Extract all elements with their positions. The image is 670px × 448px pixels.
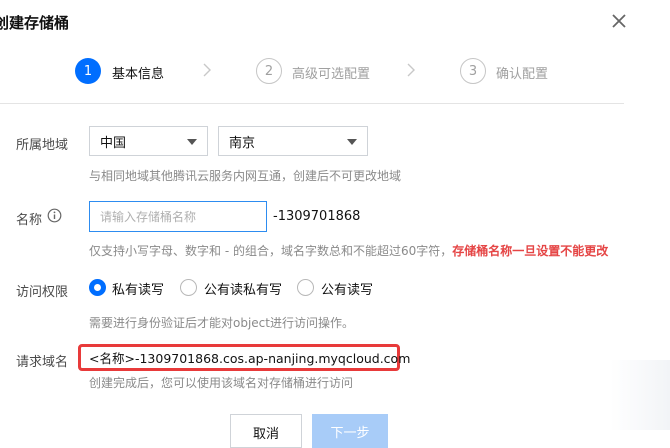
access-hint: 需要进行身份验证后才能对object进行访问操作。 (89, 316, 354, 330)
step-3-indicator: 3 (460, 58, 486, 84)
country-select-value: 中国 (100, 135, 127, 151)
info-icon[interactable] (47, 208, 62, 223)
bucket-name-input[interactable]: 请输入存储桶名称 (89, 201, 267, 232)
radio-public-rw-label[interactable]: 公有读写 (321, 279, 373, 298)
region-hint: 与相同地域其他腾讯云服务内网互通，创建后不可更改地域 (89, 169, 402, 183)
step-2-label: 高级可选配置 (292, 67, 371, 82)
next-step-button[interactable]: 下一步 (312, 414, 388, 448)
step-2-indicator: 2 (256, 58, 282, 84)
dialog-title: 创建存储桶 (0, 14, 70, 32)
name-label: 名称 (16, 213, 43, 228)
region-label: 所属地域 (16, 138, 69, 153)
domain-hint: 创建完成后，您可以使用该域名对存储桶进行访问 (89, 376, 354, 390)
header-divider (0, 103, 624, 104)
city-select-value: 南京 (229, 135, 256, 151)
name-rules-text: 仅支持小写字母、数字和 - 的组合，域名字数总和不能超过60字符， (89, 244, 453, 258)
radio-private-rw-label[interactable]: 私有读写 (112, 279, 164, 298)
cancel-button[interactable]: 取消 (230, 414, 302, 448)
radio-public-r-private-w[interactable] (180, 279, 197, 296)
chevron-right-icon (407, 63, 415, 77)
step-3-label: 确认配置 (496, 67, 549, 82)
radio-public-rw[interactable] (297, 279, 314, 296)
radio-public-r-private-w-label[interactable]: 公有读私有写 (204, 279, 282, 298)
close-button[interactable] (608, 10, 630, 32)
request-domain-value: <名称>-1309701868.cos.ap-nanjing.myqcloud.… (78, 344, 410, 371)
close-icon (612, 14, 626, 28)
backdrop-edge (610, 360, 670, 430)
appid-suffix: -1309701868 (273, 209, 361, 224)
radio-private-rw[interactable] (89, 279, 106, 296)
city-select[interactable]: 南京 (218, 126, 368, 156)
name-warning: 存储桶名称一旦设置不能更改 (452, 244, 609, 258)
domain-label: 请求域名 (16, 355, 69, 370)
name-rules-hint: 仅支持小写字母、数字和 - 的组合，域名字数总和不能超过60字符，存储桶名称一旦… (89, 242, 608, 259)
step-1-label: 基本信息 (112, 67, 165, 82)
step-1-indicator: 1 (75, 58, 101, 84)
chevron-right-icon (203, 63, 211, 77)
caret-down-icon (187, 139, 197, 145)
access-label: 访问权限 (16, 285, 69, 300)
bucket-name-placeholder: 请输入存储桶名称 (100, 210, 197, 224)
country-select[interactable]: 中国 (89, 126, 208, 156)
caret-down-icon (347, 139, 357, 145)
